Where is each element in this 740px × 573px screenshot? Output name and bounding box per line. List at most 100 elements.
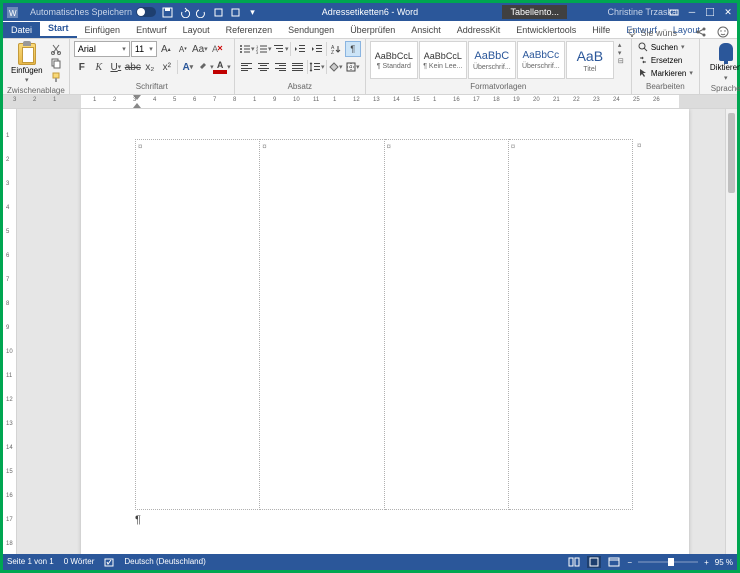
- tab-references[interactable]: Referenzen: [218, 22, 281, 38]
- paste-label: Einfügen: [11, 66, 43, 75]
- align-right-icon[interactable]: [273, 59, 289, 75]
- tab-insert[interactable]: Einfügen: [77, 22, 129, 38]
- share-icon[interactable]: [695, 26, 707, 38]
- select-button[interactable]: Markieren▾: [636, 67, 695, 79]
- font-name-combo[interactable]: Arial▾: [74, 41, 130, 57]
- increase-indent-icon[interactable]: [309, 41, 325, 57]
- scrollbar-thumb[interactable]: [728, 113, 735, 193]
- font-color-icon[interactable]: A▾: [214, 59, 230, 75]
- dictate-button[interactable]: Diktieren ▾: [704, 41, 740, 84]
- tab-developer[interactable]: Entwicklertools: [508, 22, 584, 38]
- label-cell[interactable]: ¤: [260, 140, 384, 510]
- grow-font-icon[interactable]: A▴: [158, 41, 174, 57]
- tab-review[interactable]: Überprüfen: [342, 22, 403, 38]
- document-scroll[interactable]: ¤ ¤ ¤ ¤ ¤ ¶: [17, 109, 737, 554]
- italic-button[interactable]: K: [91, 59, 107, 75]
- status-words[interactable]: 0 Wörter: [64, 557, 95, 567]
- redo-icon[interactable]: [196, 7, 207, 18]
- autosave-toggle[interactable]: Automatisches Speichern: [30, 7, 156, 17]
- status-language[interactable]: Deutsch (Deutschland): [124, 557, 205, 567]
- svg-text:Z: Z: [331, 50, 334, 54]
- tell-me-search[interactable]: Sie wüns: [627, 28, 677, 38]
- undo-icon[interactable]: [179, 7, 190, 18]
- justify-icon[interactable]: [290, 59, 306, 75]
- style-standard[interactable]: AaBbCcL¶ Standard: [370, 41, 418, 79]
- minimize-icon[interactable]: ─: [683, 3, 701, 21]
- shrink-font-icon[interactable]: A▾: [175, 41, 191, 57]
- feedback-icon[interactable]: [717, 26, 729, 38]
- read-mode-icon[interactable]: [567, 556, 581, 568]
- style-title[interactable]: AaBTitel: [566, 41, 614, 79]
- zoom-slider[interactable]: [638, 561, 698, 563]
- underline-button[interactable]: U▾: [108, 59, 124, 75]
- status-bar: Seite 1 von 1 0 Wörter Deutsch (Deutschl…: [3, 554, 737, 570]
- multilevel-list-icon[interactable]: ▾: [273, 41, 289, 57]
- toggle-switch-icon[interactable]: [136, 7, 156, 17]
- format-painter-icon[interactable]: [49, 71, 63, 83]
- tab-file[interactable]: Datei: [3, 22, 40, 38]
- shading-icon[interactable]: ▾: [328, 59, 344, 75]
- find-button[interactable]: Suchen▾: [636, 41, 695, 53]
- tab-layout[interactable]: Layout: [175, 22, 218, 38]
- close-icon[interactable]: ✕: [719, 3, 737, 21]
- tab-design[interactable]: Entwurf: [128, 22, 175, 38]
- line-spacing-icon[interactable]: ▾: [309, 59, 325, 75]
- borders-icon[interactable]: ▾: [345, 59, 361, 75]
- clear-formatting-icon[interactable]: A: [209, 41, 225, 57]
- qat-dropdown-icon[interactable]: ▾: [247, 7, 258, 18]
- label-cell[interactable]: ¤: [508, 140, 632, 510]
- text-effects-icon[interactable]: A▾: [180, 59, 196, 75]
- subscript-button[interactable]: x₂: [142, 59, 158, 75]
- tab-help[interactable]: Hilfe: [584, 22, 618, 38]
- tab-view[interactable]: Ansicht: [403, 22, 449, 38]
- label-cell[interactable]: ¤: [136, 140, 260, 510]
- bold-button[interactable]: F: [74, 59, 90, 75]
- vertical-scrollbar[interactable]: [725, 109, 737, 554]
- replace-button[interactable]: Ersetzen: [636, 54, 695, 66]
- ribbon-display-icon[interactable]: [665, 3, 683, 21]
- document-page[interactable]: ¤ ¤ ¤ ¤ ¤ ¶: [81, 109, 689, 554]
- web-layout-icon[interactable]: [607, 556, 621, 568]
- save-icon[interactable]: [162, 7, 173, 18]
- font-size-combo[interactable]: 11▾: [131, 41, 157, 57]
- group-label-editing: Bearbeiten: [636, 82, 695, 92]
- tab-addresskit[interactable]: AddressKit: [449, 22, 509, 38]
- zoom-in-icon[interactable]: +: [704, 558, 709, 567]
- tab-start[interactable]: Start: [40, 20, 77, 38]
- show-hide-marks-icon[interactable]: ¶: [345, 41, 361, 57]
- horizontal-ruler[interactable]: 3211234567819101111213141511617181920212…: [3, 95, 737, 109]
- copy-icon[interactable]: [49, 57, 63, 69]
- qat-btn-1-icon[interactable]: [213, 7, 224, 18]
- align-left-icon[interactable]: [239, 59, 255, 75]
- tab-mailings[interactable]: Sendungen: [280, 22, 342, 38]
- styles-gallery-more[interactable]: ▴▾⊟: [615, 41, 627, 65]
- label-cell[interactable]: ¤: [384, 140, 508, 510]
- numbering-icon[interactable]: 123▾: [256, 41, 272, 57]
- group-label-voice: Sprache: [704, 84, 740, 94]
- strikethrough-button[interactable]: abc: [125, 59, 141, 75]
- highlight-color-icon[interactable]: ▾: [197, 59, 213, 75]
- qat-btn-2-icon[interactable]: [230, 7, 241, 18]
- style-heading2[interactable]: AaBbCcÜberschrif...: [517, 41, 565, 79]
- decrease-indent-icon[interactable]: [292, 41, 308, 57]
- vertical-ruler[interactable]: 123456789101112131415161718: [3, 109, 17, 554]
- print-layout-icon[interactable]: [587, 556, 601, 568]
- window-controls: ─ ✕: [665, 3, 737, 21]
- style-no-spacing[interactable]: AaBbCcL¶ Kein Lee...: [419, 41, 467, 79]
- zoom-level[interactable]: 95 %: [715, 558, 733, 567]
- style-heading1[interactable]: AaBbCÜberschrif...: [468, 41, 516, 79]
- superscript-button[interactable]: x²: [159, 59, 175, 75]
- status-proofing-icon[interactable]: [104, 557, 114, 567]
- status-page[interactable]: Seite 1 von 1: [7, 557, 54, 567]
- cut-icon[interactable]: [49, 43, 63, 55]
- sort-icon[interactable]: AZ: [328, 41, 344, 57]
- bullets-icon[interactable]: ▾: [239, 41, 255, 57]
- maximize-icon[interactable]: [701, 3, 719, 21]
- cursor-icon: [638, 68, 648, 78]
- change-case-icon[interactable]: Aa▾: [192, 41, 208, 57]
- zoom-out-icon[interactable]: −: [627, 558, 632, 567]
- paste-button[interactable]: Einfügen ▾: [7, 41, 47, 86]
- align-center-icon[interactable]: [256, 59, 272, 75]
- svg-text:3: 3: [256, 50, 259, 54]
- label-table[interactable]: ¤ ¤ ¤ ¤: [135, 139, 633, 510]
